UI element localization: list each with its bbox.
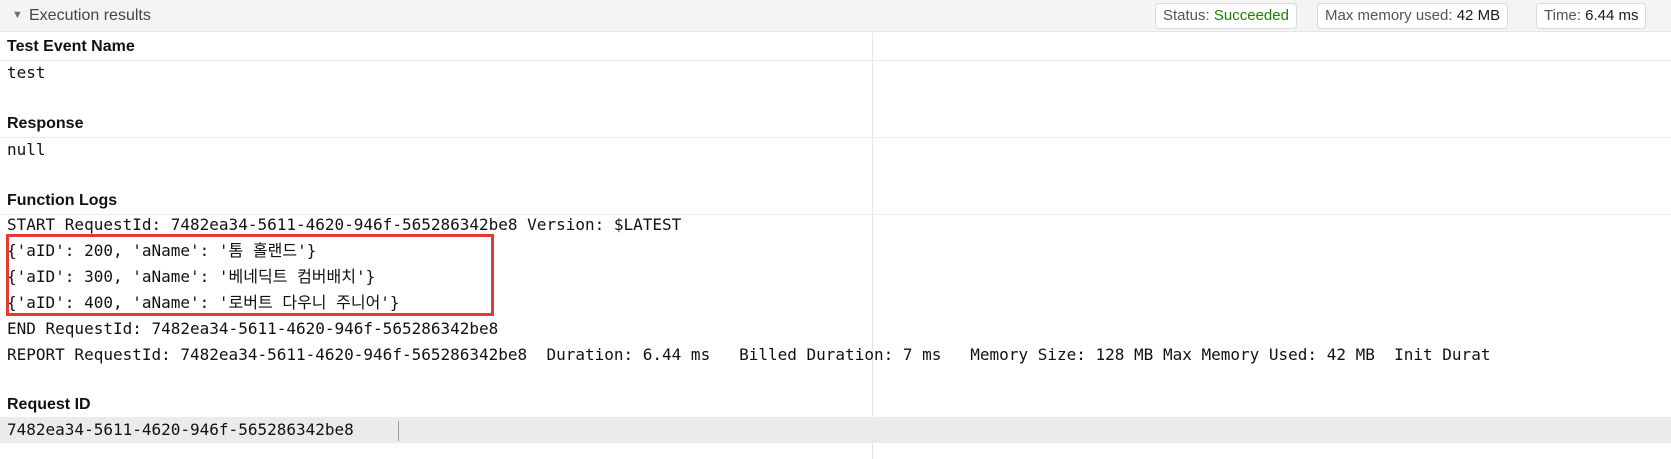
test-event-name-value: test [7, 63, 46, 82]
function-logs-label: Function Logs [7, 192, 118, 209]
execution-results-title: Execution results [29, 7, 151, 24]
time-badge: Time: 6.44 ms [1536, 3, 1647, 29]
log-line: {'aID': 200, 'aName': '톰 홀랜드'} [7, 241, 317, 260]
log-line: {'aID': 300, 'aName': '베네딕트 컴버배치'} [7, 267, 376, 286]
request-id-label: Request ID [7, 396, 91, 413]
max-memory-value: 42 MB [1456, 7, 1501, 24]
max-memory-label: Max memory used: [1325, 7, 1453, 24]
log-line: END RequestId: 7482ea34-5611-4620-946f-5… [7, 319, 499, 338]
response-value: null [7, 140, 46, 159]
status-value: Succeeded [1213, 7, 1289, 24]
response-label: Response [7, 115, 84, 132]
text-cursor [398, 421, 399, 441]
status-label: Status: [1163, 7, 1210, 24]
max-memory-badge: Max memory used: 42 MB [1317, 3, 1509, 29]
status-badge: Status: Succeeded [1155, 3, 1297, 29]
time-value: 6.44 ms [1585, 7, 1639, 24]
row-divider [0, 60, 1671, 61]
execution-results-header[interactable]: ▼ Execution results Status: Succeeded Ma… [0, 0, 1671, 32]
log-line: {'aID': 400, 'aName': '로버트 다우니 주니어'} [7, 293, 400, 312]
request-id-value[interactable]: 7482ea34-5611-4620-946f-565286342be8 [7, 417, 354, 443]
test-event-name-label: Test Event Name [7, 38, 135, 55]
column-divider [872, 33, 873, 459]
caret-down-icon[interactable]: ▼ [12, 9, 23, 21]
log-line: REPORT RequestId: 7482ea34-5611-4620-946… [7, 345, 1491, 364]
time-label: Time: [1544, 7, 1581, 24]
row-divider [0, 137, 1671, 138]
log-line: START RequestId: 7482ea34-5611-4620-946f… [7, 215, 682, 234]
